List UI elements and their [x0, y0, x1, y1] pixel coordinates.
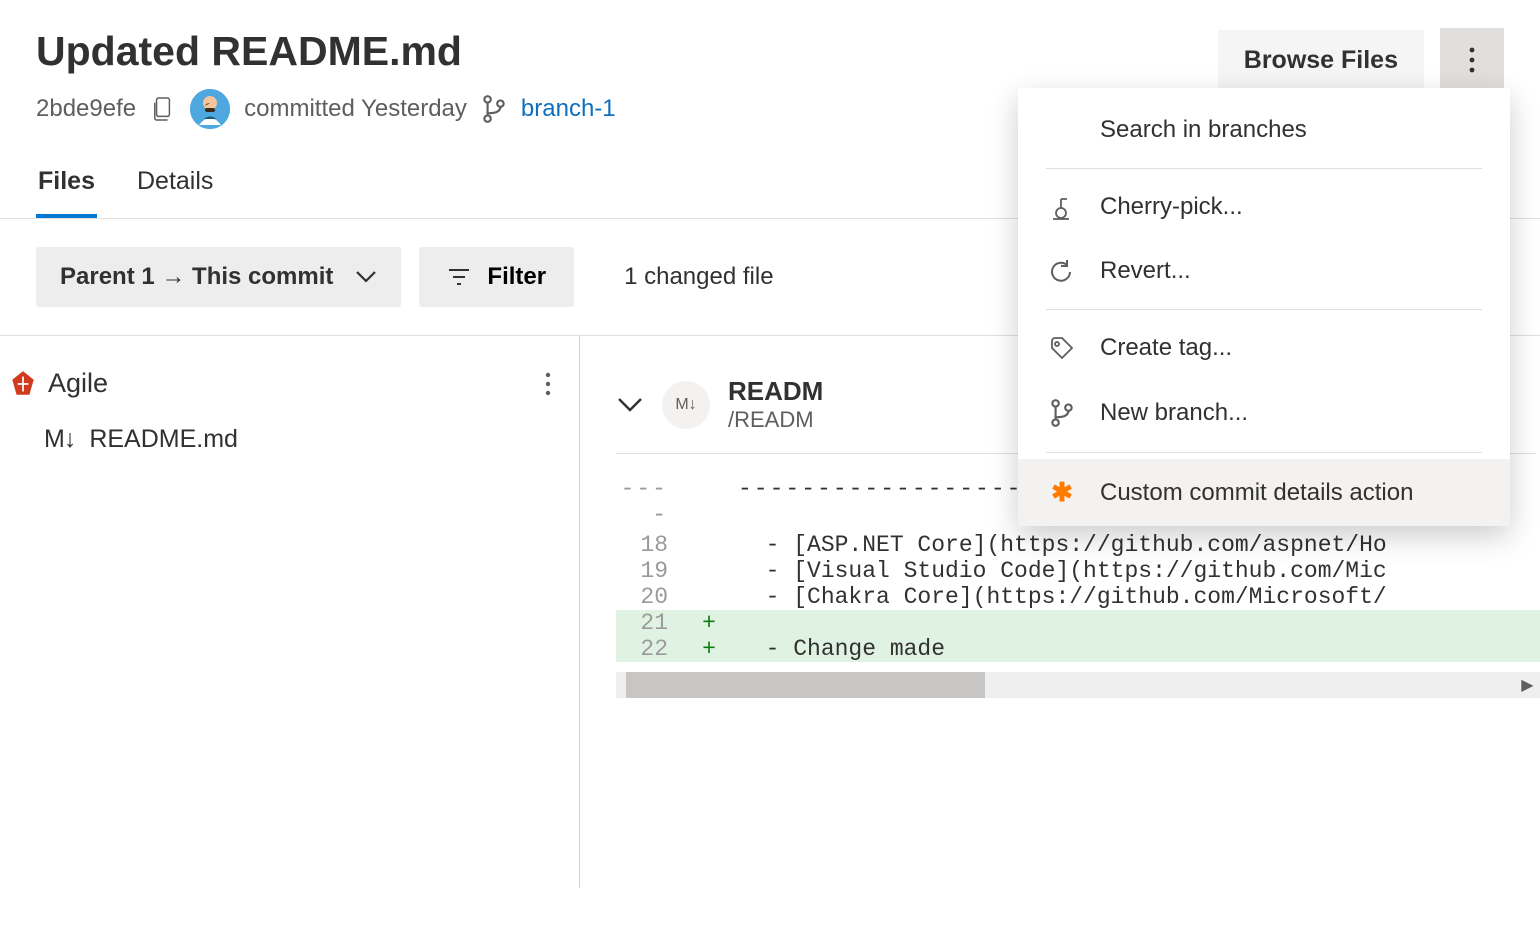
tree-item-menu[interactable] [535, 372, 561, 396]
tree-file[interactable]: M↓ README.md [10, 407, 579, 454]
browse-files-button[interactable]: Browse Files [1218, 30, 1424, 91]
copy-icon[interactable] [150, 96, 176, 122]
tag-icon [1046, 335, 1078, 361]
diff-line: 18 - [ASP.NET Core](https://github.com/a… [616, 532, 1540, 558]
menu-item[interactable]: Search in branches [1018, 98, 1510, 162]
menu-item-label: New branch... [1100, 399, 1248, 427]
menu-item[interactable]: Create tag... [1018, 316, 1510, 380]
changed-files-label: 1 changed file [624, 263, 773, 291]
page-title: Updated README.md [36, 28, 1218, 75]
file-type-icon: M↓ [662, 381, 710, 429]
repo-icon [10, 369, 36, 399]
chevron-down-icon [355, 270, 377, 284]
star-icon: ✱ [1046, 477, 1078, 508]
revert-icon [1046, 258, 1078, 284]
tree-file-name: README.md [89, 425, 238, 454]
menu-item[interactable]: Cherry-pick... [1018, 175, 1510, 239]
menu-item-label: Cherry-pick... [1100, 193, 1243, 221]
repo-name[interactable]: Agile [48, 368, 108, 399]
compare-dropdown[interactable]: Parent 1 → This commit [36, 247, 401, 307]
filter-icon [447, 267, 471, 287]
menu-item[interactable]: Revert... [1018, 239, 1510, 303]
diff-file-title: READM [728, 376, 823, 407]
diff-file-path: /READM [728, 407, 823, 433]
diff-line: 22+ - Change made [616, 636, 1540, 662]
file-tree: Agile M↓ README.md [0, 336, 580, 888]
menu-item[interactable]: New branch... [1018, 380, 1510, 446]
diff-line: 19 - [Visual Studio Code](https://github… [616, 558, 1540, 584]
menu-item-label: Create tag... [1100, 334, 1232, 362]
menu-item[interactable]: ✱ Custom commit details action [1018, 459, 1510, 526]
horizontal-scrollbar[interactable]: ▶ [616, 672, 1540, 698]
tab-details[interactable]: Details [135, 167, 215, 218]
cherry-icon [1046, 193, 1078, 221]
more-actions-button[interactable] [1440, 28, 1504, 92]
tab-files[interactable]: Files [36, 167, 97, 218]
collapse-file-icon[interactable] [616, 396, 644, 414]
avatar [190, 89, 230, 129]
markdown-diff-icon: M↓ [44, 425, 75, 454]
menu-item-label: Custom commit details action [1100, 479, 1413, 507]
committed-label: committed Yesterday [244, 95, 467, 123]
menu-item-label: Search in branches [1100, 116, 1307, 144]
filter-button[interactable]: Filter [419, 247, 574, 307]
menu-item-label: Revert... [1100, 257, 1191, 285]
diff-line: 21+ [616, 610, 1540, 636]
more-actions-menu: Search in branches Cherry-pick... Revert..… [1018, 88, 1510, 526]
commit-hash: 2bde9efe [36, 95, 136, 123]
diff-line: 20 - [Chakra Core](https://github.com/Mi… [616, 584, 1540, 610]
branch-icon [481, 94, 507, 124]
branch-icon [1046, 398, 1078, 428]
branch-link[interactable]: branch-1 [521, 95, 616, 123]
